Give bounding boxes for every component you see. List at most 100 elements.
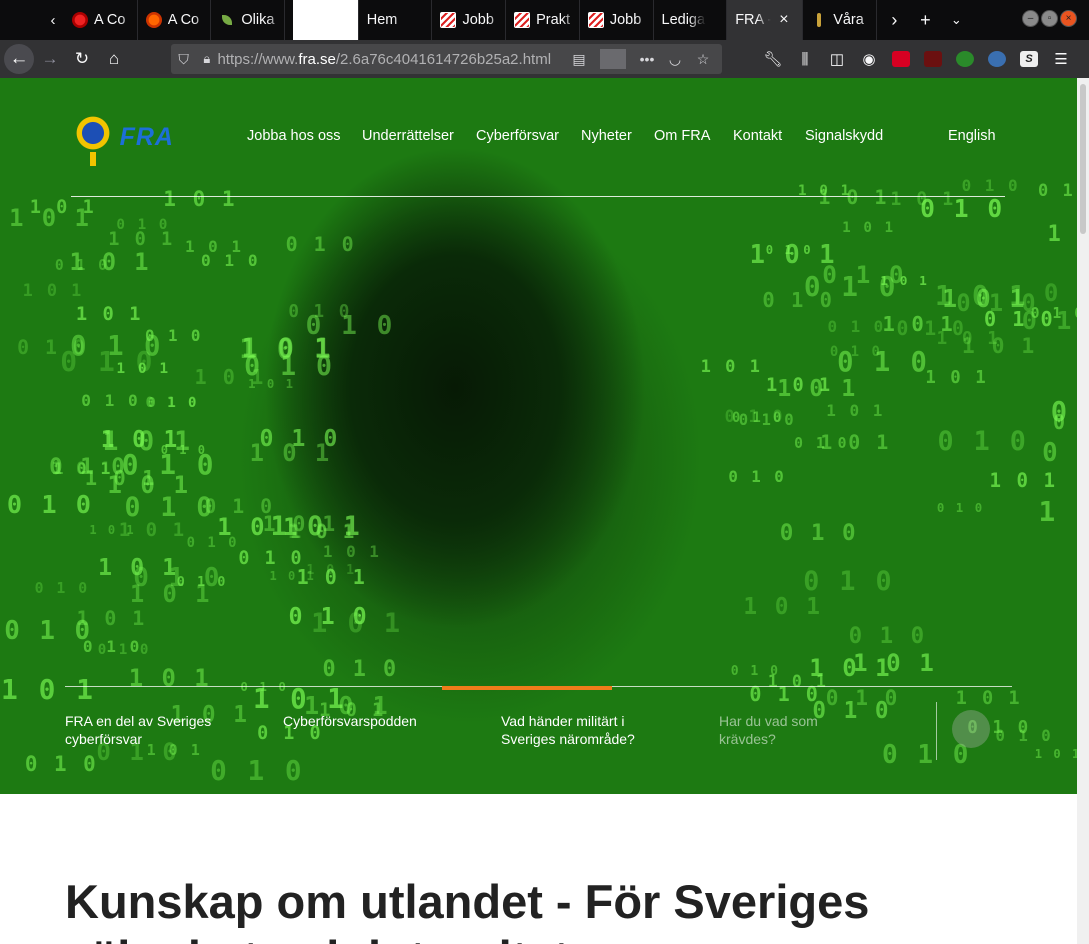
browser-tab[interactable]: Page	[285, 0, 359, 40]
hero-binary-streak: 1 0 1	[826, 400, 885, 420]
hero-binary-streak: 0 1 0	[34, 580, 90, 598]
browser-tab[interactable]: Olika	[211, 0, 286, 40]
reader-view-icon[interactable]: ▤	[566, 51, 592, 68]
hero-binary-streak: 1 0 1	[1038, 495, 1077, 529]
browser-tab[interactable]: Hem	[359, 0, 433, 40]
extension-s-icon[interactable]: S	[1013, 44, 1045, 74]
hero-binary-streak: 1 0 1	[290, 521, 356, 543]
extension-eyes-icon[interactable]	[981, 44, 1013, 74]
menu-hamburger-icon[interactable]: ☰	[1045, 44, 1077, 74]
carousel-item-kravdes[interactable]: Har du vad som krävdes?	[719, 712, 859, 748]
tab-label: Prakt	[536, 12, 570, 28]
carousel-active-indicator	[442, 686, 612, 690]
home-button[interactable]: ⌂	[98, 43, 130, 75]
browser-tab[interactable]: A Co	[138, 0, 212, 40]
nav-link-kontakt[interactable]: Kontakt	[733, 128, 782, 144]
nav-link-signalskydd[interactable]: Signalskydd	[805, 128, 883, 144]
hero-binary-streak: 0 1 0	[116, 217, 170, 234]
hero-binary-streak: 1 0 1	[249, 438, 332, 467]
hero-binary-streak: 0 1 0	[882, 740, 971, 771]
hero-binary-streak: 1 0 1	[76, 607, 147, 631]
red-circle-icon	[72, 12, 88, 28]
hero-binary-streak: 1 0 1	[53, 458, 112, 478]
nav-link-underrattelser[interactable]: Underrättelser	[362, 128, 454, 144]
main-navigation: Jobba hos oss Underrättelser Cyberförsva…	[0, 126, 1077, 150]
nav-link-om-fra[interactable]: Om FRA	[654, 128, 710, 144]
tab-label: A Co	[167, 12, 200, 28]
library-icon[interactable]: ⫼	[789, 44, 821, 74]
extension-red-icon[interactable]	[885, 44, 917, 74]
hero-binary-streak: 0 1 0	[144, 326, 203, 346]
hero-binary-streak: 1 0 1	[69, 248, 151, 277]
tab-scroll-left-icon[interactable]: ‹	[42, 0, 64, 40]
new-tab-icon[interactable]: +	[910, 0, 941, 40]
hero-binary-streak: 0 1 0	[1038, 179, 1075, 200]
forward-button[interactable]: →	[34, 43, 66, 75]
extension-mask-icon[interactable]	[917, 44, 949, 74]
minimize-window-icon[interactable]: –	[1022, 10, 1039, 27]
hero-binary-streak: 1 0 1	[322, 541, 381, 561]
url-prefix: https://www.	[217, 50, 299, 68]
back-button[interactable]: ←	[4, 44, 34, 74]
page-scrollbar[interactable]	[1077, 78, 1089, 944]
carousel-item-podden[interactable]: Cyberförsvarspodden	[283, 712, 483, 730]
hero-binary-streak: 0 1 0	[186, 534, 239, 551]
orange-circle-icon	[145, 12, 162, 28]
account-icon[interactable]: ◉	[853, 44, 885, 74]
bookmark-star-icon[interactable]: ☆	[690, 51, 716, 68]
browser-tab[interactable]: Jobb	[432, 0, 507, 40]
hero-binary-streak: 0 1 0	[1021, 305, 1074, 335]
navigation-toolbar: ← → ↻ ⌂ ⛉ 🔒︎ https://www.fra.se/2.6a76c4…	[0, 40, 1089, 78]
page-headline: Kunskap om utlandet - För Sveriges säker…	[65, 875, 870, 944]
hero-binary-streak: 1 0 1	[936, 328, 1000, 349]
hero-binary-streak: 1 0 1	[252, 683, 346, 716]
browser-tab[interactable]: Prakt	[506, 0, 580, 40]
carousel-item-cyberforsvar[interactable]: FRA en del av Sveriges cyberförsvar	[65, 712, 265, 748]
browser-tab[interactable]: Jobb	[580, 0, 654, 40]
tab-label: Hem	[366, 12, 398, 28]
hero-binary-streak: 1 0 1	[116, 360, 171, 377]
hero-binary-streak: 1 0 1	[129, 579, 212, 608]
tabstrip-spacer	[0, 0, 42, 40]
hero-binary-streak: 0 1 0	[1050, 397, 1070, 429]
extension-green-icon[interactable]	[949, 44, 981, 74]
hero-binary-streak: 0 1 0	[937, 425, 1028, 457]
pocket-icon[interactable]: ◡	[662, 51, 688, 68]
hero-binary-streak: 0 1 0	[995, 726, 1053, 746]
carousel-pause-button[interactable]	[952, 710, 990, 748]
hero-binary-streak: 0 1 0	[97, 642, 151, 659]
nav-link-cyberforsvar[interactable]: Cyberförsvar	[476, 128, 559, 144]
hero-binary-streak: 1 0 1	[0, 672, 95, 706]
page-actions-icon[interactable]: •••	[634, 51, 660, 67]
browser-tab[interactable]: A Co	[64, 0, 138, 40]
nav-link-nyheter[interactable]: Nyheter	[581, 128, 632, 144]
browser-tab[interactable]: Lediga jo	[654, 0, 728, 40]
close-tab-icon[interactable]: ×	[779, 11, 788, 29]
maximize-window-icon[interactable]: ▫	[1041, 10, 1058, 27]
close-window-icon[interactable]: ×	[1060, 10, 1077, 27]
reload-button[interactable]: ↻	[66, 43, 98, 75]
web-page: 1 0 11 0 10 1 01 0 11 0 11 0 11 0 10 1 0…	[0, 78, 1089, 944]
leaf-icon	[219, 12, 235, 28]
hero-binary-streak: 1 0 1	[766, 374, 833, 396]
hero-banner: 1 0 11 0 10 1 01 0 11 0 11 0 11 0 10 1 0…	[0, 78, 1077, 794]
scrollbar-thumb[interactable]	[1080, 84, 1086, 234]
browser-tab[interactable]: Våra	[803, 0, 877, 40]
tab-scroll-right-icon[interactable]: ›	[879, 0, 910, 40]
hero-binary-streak: 0 1 0	[124, 491, 215, 523]
hero-binary-streak: 0 1 0	[961, 176, 1020, 196]
hero-binary-streak: 1 0 1	[880, 273, 929, 289]
carousel-item-militart[interactable]: Vad händer militärt i Sveriges närområde…	[501, 712, 671, 748]
url-text[interactable]: https://www.fra.se/2.6a76c4041614726b25a…	[217, 51, 566, 68]
url-bar[interactable]: ⛉ 🔒︎ https://www.fra.se/2.6a76c404161472…	[171, 44, 722, 74]
language-link-english[interactable]: English	[948, 128, 996, 144]
tab-list-chevron-down-icon[interactable]: ⌄	[941, 0, 972, 40]
sidebar-icon[interactable]: ◫	[821, 44, 853, 74]
wrench-icon[interactable]: 🔧︎	[757, 44, 789, 74]
lock-icon[interactable]: 🔒︎	[196, 51, 217, 67]
hero-binary-streak: 0 1 0	[238, 548, 304, 570]
tracking-shield-icon[interactable]: ⛉	[171, 51, 196, 68]
nav-link-jobba-hos-oss[interactable]: Jobba hos oss	[247, 128, 341, 144]
hero-binary-streak: 0 1 0	[6, 490, 94, 520]
browser-tab[interactable]: FRA - ×	[727, 0, 804, 40]
